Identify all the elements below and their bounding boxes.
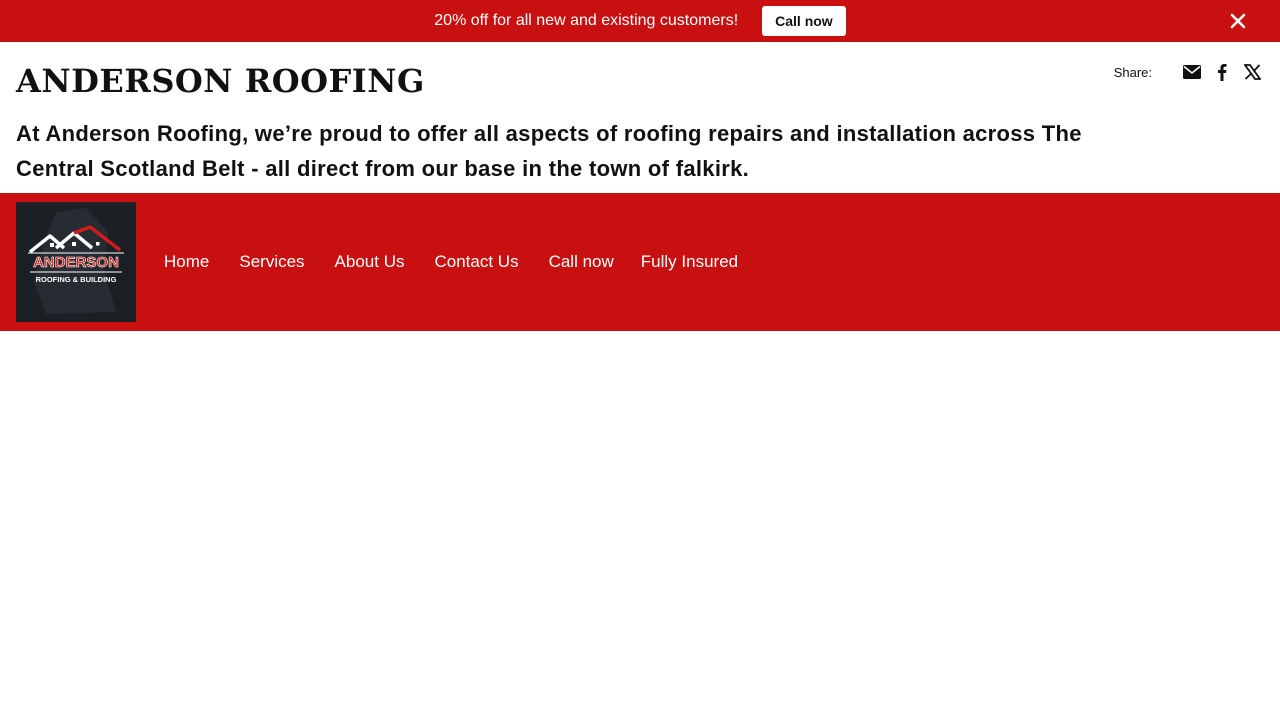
nav-menu: Home Services About Us Contact Us Call n… — [164, 193, 768, 331]
promo-text: 20% off for all new and existing custome… — [434, 12, 739, 29]
nav-item-fully-insured[interactable]: Fully Insured — [641, 252, 738, 272]
nav-item-call-now[interactable]: Call now — [549, 252, 614, 272]
logo-sub-text: ROOFING & BUILDING — [36, 275, 117, 284]
site-header: ANDERSON ROOFING At Anderson Roofing, we… — [0, 42, 1280, 193]
nav-item-home[interactable]: Home — [164, 252, 209, 272]
company-logo[interactable]: ANDERSON ROOFING & BUILDING — [16, 202, 136, 322]
logo-brand-text: ANDERSON — [33, 254, 119, 271]
nav-item-services[interactable]: Services — [239, 252, 304, 272]
nav-item-about-us[interactable]: About Us — [335, 252, 405, 272]
promo-call-now-button[interactable]: Call now — [762, 6, 846, 36]
close-icon[interactable] — [1228, 11, 1248, 31]
promo-bar: 20% off for all new and existing custome… — [0, 0, 1280, 42]
share-bar: Share: — [1114, 62, 1262, 82]
facebook-icon[interactable] — [1212, 62, 1232, 82]
main-navbar: ANDERSON ROOFING & BUILDING Home Service… — [0, 193, 1280, 331]
site-title: ANDERSON ROOFING — [16, 62, 425, 100]
share-label: Share: — [1113, 64, 1152, 80]
x-icon[interactable] — [1242, 62, 1262, 82]
site-tagline: At Anderson Roofing, we’re proud to offe… — [16, 121, 1082, 181]
nav-item-contact-us[interactable]: Contact Us — [434, 252, 518, 272]
envelope-icon[interactable] — [1182, 62, 1202, 82]
